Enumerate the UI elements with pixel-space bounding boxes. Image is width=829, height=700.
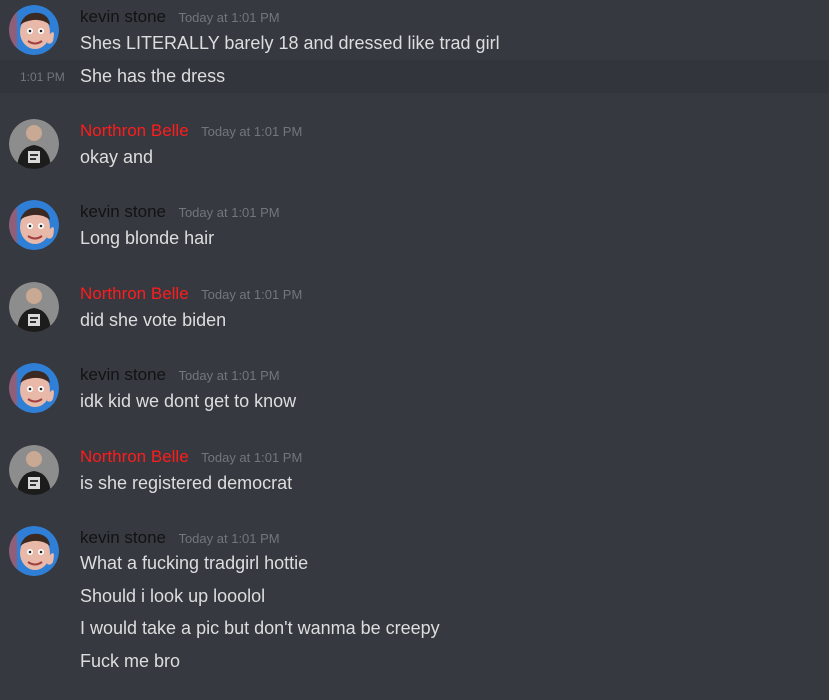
avatar-kevin[interactable] xyxy=(9,5,59,55)
avatar-kevin[interactable] xyxy=(9,526,59,576)
avatar-northron[interactable] xyxy=(9,119,59,169)
avatar-person-tshirt-icon xyxy=(9,282,59,332)
message-text: Long blonde hair xyxy=(80,228,215,248)
message-text: is she registered democrat xyxy=(80,473,293,493)
message-header: kevin stone Today at 1:01 PM xyxy=(80,7,280,29)
message-header: Northron Belle Today at 1:01 PM xyxy=(80,447,302,469)
username[interactable]: Northron Belle xyxy=(80,447,189,466)
message-timestamp: Today at 1:01 PM xyxy=(178,10,280,25)
message-header: kevin stone Today at 1:01 PM xyxy=(80,365,280,387)
message-header: kevin stone Today at 1:01 PM xyxy=(80,202,280,224)
avatar-cartoon-face-icon xyxy=(9,200,59,250)
avatar-cartoon-face-icon xyxy=(9,526,59,576)
hover-timestamp: 1:01 PM xyxy=(20,70,65,84)
message-header: kevin stone Today at 1:01 PM xyxy=(80,528,280,550)
message-timestamp: Today at 1:01 PM xyxy=(201,287,303,302)
avatar-person-tshirt-icon xyxy=(9,119,59,169)
username[interactable]: kevin stone xyxy=(80,365,166,384)
message-text: I would take a pic but don't wanma be cr… xyxy=(80,618,440,638)
message-timestamp: Today at 1:01 PM xyxy=(201,124,303,139)
message-text: Should i look up looolol xyxy=(80,586,266,606)
message-text: What a fucking tradgirl hottie xyxy=(80,553,309,573)
avatar-cartoon-face-icon xyxy=(9,363,59,413)
avatar-cartoon-face-icon xyxy=(9,5,59,55)
avatar-northron[interactable] xyxy=(9,282,59,332)
username[interactable]: Northron Belle xyxy=(80,284,189,303)
username[interactable]: kevin stone xyxy=(80,528,166,547)
username[interactable]: kevin stone xyxy=(80,202,166,221)
message-timestamp: Today at 1:01 PM xyxy=(178,205,280,220)
message-timestamp: Today at 1:01 PM xyxy=(178,368,280,383)
message-text: idk kid we dont get to know xyxy=(80,391,297,411)
avatar-person-tshirt-icon xyxy=(9,445,59,495)
message-text: Shes LITERALLY barely 18 and dressed lik… xyxy=(80,33,500,53)
message-text: She has the dress xyxy=(80,66,226,86)
username[interactable]: kevin stone xyxy=(80,7,166,26)
username[interactable]: Northron Belle xyxy=(80,121,189,140)
avatar-kevin[interactable] xyxy=(9,200,59,250)
message-text: Fuck me bro xyxy=(80,651,181,671)
chat-message-list: 1:01 PM kevin stone Today at 1:01 PM She… xyxy=(0,0,829,700)
message-timestamp: Today at 1:01 PM xyxy=(178,531,280,546)
message-text: did she vote biden xyxy=(80,310,227,330)
message-header: Northron Belle Today at 1:01 PM xyxy=(80,121,302,143)
avatar-kevin[interactable] xyxy=(9,363,59,413)
message-header: Northron Belle Today at 1:01 PM xyxy=(80,284,302,306)
message-text: okay and xyxy=(80,147,154,167)
message-timestamp: Today at 1:01 PM xyxy=(201,450,303,465)
avatar-northron[interactable] xyxy=(9,445,59,495)
